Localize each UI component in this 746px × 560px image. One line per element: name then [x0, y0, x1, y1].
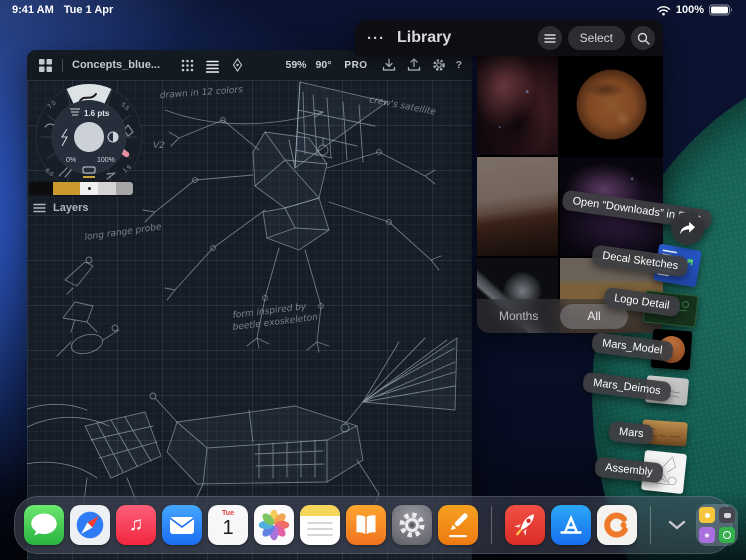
- settings-gear-icon-dock: [399, 512, 425, 538]
- canvas-angle[interactable]: 90°: [316, 59, 332, 71]
- swatch-lightgray[interactable]: [98, 182, 116, 195]
- forward-arrow-icon: [680, 221, 695, 235]
- dock-chevron-button[interactable]: [664, 512, 690, 538]
- status-time: 9:41 AM: [12, 4, 54, 16]
- photos-flower-icon: [258, 509, 290, 541]
- opacity-max: 100%: [97, 157, 115, 164]
- pro-badge[interactable]: PRO: [344, 60, 367, 71]
- list-view-icon[interactable]: [204, 57, 220, 73]
- view-options-button[interactable]: [537, 26, 562, 50]
- battery-percent: 100%: [675, 4, 704, 16]
- sketch-doodles: [56, 256, 120, 357]
- select-button[interactable]: Select: [567, 26, 625, 50]
- ipad-screen: 9:41 AM Tue 1 Apr 100% drawn in 12 color…: [0, 0, 746, 560]
- search-button[interactable]: [631, 26, 655, 50]
- messages-icon: [31, 513, 57, 536]
- document-title[interactable]: Concepts_blue...: [72, 59, 160, 71]
- segment-months[interactable]: Months: [499, 309, 538, 323]
- help-button[interactable]: ?: [456, 59, 462, 71]
- pen-nib-icon[interactable]: [229, 57, 245, 73]
- mini-app-star: ★: [699, 527, 715, 543]
- dock-app-messages[interactable]: [24, 505, 64, 545]
- calendar-day: 1: [222, 517, 234, 539]
- annotation-colors: drawn in 12 colors: [160, 85, 244, 101]
- annotation-probe: long range probe: [84, 222, 163, 243]
- layers-list-icon: [33, 203, 46, 213]
- swatch-white-selected[interactable]: [80, 182, 98, 195]
- wheel-center-button[interactable]: [74, 122, 104, 152]
- pen-icon: [449, 513, 468, 538]
- rocket-icon: [514, 514, 534, 536]
- dock-app-concepts[interactable]: [438, 505, 478, 545]
- nine-dot-grid-icon[interactable]: [179, 57, 195, 73]
- settings-gear-icon[interactable]: [431, 57, 447, 73]
- lines-icon: [543, 33, 556, 43]
- dock-app-library[interactable]: ★: [696, 504, 738, 546]
- app-grid-icon[interactable]: [37, 57, 53, 73]
- photos-header: ··· Library Select: [355, 20, 663, 56]
- music-note-icon: ♫: [128, 514, 144, 535]
- calendar-weekday: Tue: [222, 510, 234, 517]
- tool-wheel[interactable]: 7.0 5.5 6.0 1.9 1.6 pts 0% 100%: [33, 81, 145, 193]
- dock-app-rocket[interactable]: [505, 505, 545, 545]
- photos-title: Library: [397, 29, 452, 46]
- dock-app-calendar[interactable]: Tue 1: [208, 505, 248, 545]
- swatch-gray[interactable]: [116, 182, 133, 195]
- dock-app-mail[interactable]: [162, 505, 202, 545]
- dock-app-settings[interactable]: [392, 505, 432, 545]
- toolbar-divider: [62, 58, 63, 72]
- layers-button[interactable]: Layers: [33, 202, 88, 214]
- swatch-gold[interactable]: [53, 182, 80, 195]
- dock-app-notes[interactable]: [300, 505, 340, 545]
- mini-app-green: [719, 527, 735, 543]
- c-app-icon: [604, 512, 628, 538]
- swatch-black[interactable]: [29, 182, 53, 195]
- dock-app-c[interactable]: [597, 505, 637, 545]
- dock-app-books[interactable]: [346, 505, 386, 545]
- drag-action-badge: [671, 212, 704, 245]
- concepts-window: drawn in 12 colors crew's satellite V2 l…: [27, 50, 472, 560]
- export-icon[interactable]: [406, 57, 422, 73]
- zoom-level[interactable]: 59%: [286, 59, 307, 71]
- status-date: Tue 1 Apr: [63, 4, 114, 16]
- wifi-icon: [656, 5, 670, 16]
- layers-label: Layers: [53, 202, 89, 214]
- battery-icon: [709, 4, 732, 16]
- notes-header-strip: [300, 505, 340, 516]
- dock: ♫ Tue 1 ★: [14, 496, 738, 554]
- appstore-icon: [560, 514, 582, 534]
- mini-app-yellow: [699, 507, 715, 523]
- dock-app-photos[interactable]: [254, 505, 294, 545]
- window-options-icon[interactable]: ···: [363, 30, 389, 47]
- dock-app-music[interactable]: ♫: [116, 505, 156, 545]
- dock-divider-2: [650, 506, 651, 544]
- dock-app-safari[interactable]: [70, 505, 110, 545]
- import-icon[interactable]: [381, 57, 397, 73]
- annotation-version: V2: [153, 141, 165, 151]
- dock-divider-1: [491, 506, 492, 544]
- safari-icon: [76, 511, 104, 539]
- status-bar: 9:41 AM Tue 1 Apr 100%: [0, 0, 746, 20]
- search-icon: [637, 32, 650, 45]
- dock-app-appstore[interactable]: [551, 505, 591, 545]
- mail-icon: [170, 517, 194, 534]
- brush-size-value: 1.6 pts: [84, 109, 110, 118]
- color-palette[interactable]: [29, 182, 133, 195]
- chevron-down-icon: [668, 520, 686, 530]
- opacity-min: 0%: [66, 157, 76, 164]
- books-icon: [356, 515, 376, 535]
- mini-app-camera: [719, 507, 735, 523]
